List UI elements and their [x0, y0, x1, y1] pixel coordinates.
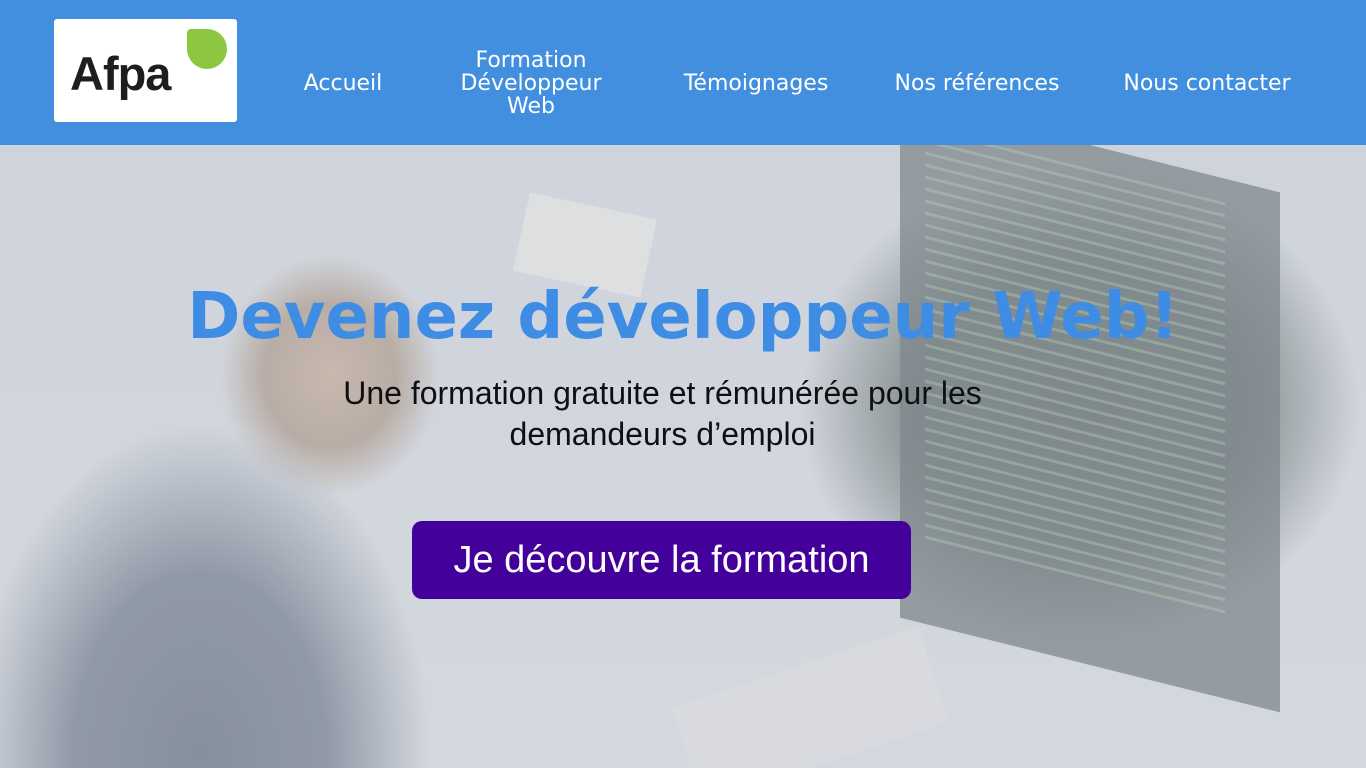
logo-wordmark: Afpa — [70, 47, 171, 100]
hero-subtitle: Une formation gratuite et rémunérée pour… — [343, 375, 982, 452]
leaf-icon — [187, 29, 227, 69]
hero-overlay — [0, 145, 1366, 768]
nav-item-temoignages[interactable]: Témoignages — [666, 72, 846, 95]
nav-item-accueil[interactable]: Accueil — [290, 72, 396, 95]
hero-section: Devenez développeur Web! Une formation g… — [0, 145, 1366, 768]
hero-title: Devenez développeur Web! — [187, 280, 1179, 354]
site-header: Afpa Accueil Formation Développeur Web T… — [0, 0, 1366, 145]
nav-item-formation[interactable]: Formation Développeur Web — [446, 49, 616, 118]
nav-item-contact[interactable]: Nous contacter — [1106, 72, 1308, 95]
discover-formation-button[interactable]: Je découvre la formation — [412, 521, 911, 599]
afpa-logo[interactable]: Afpa — [54, 19, 237, 122]
nav-item-references[interactable]: Nos références — [878, 72, 1076, 95]
